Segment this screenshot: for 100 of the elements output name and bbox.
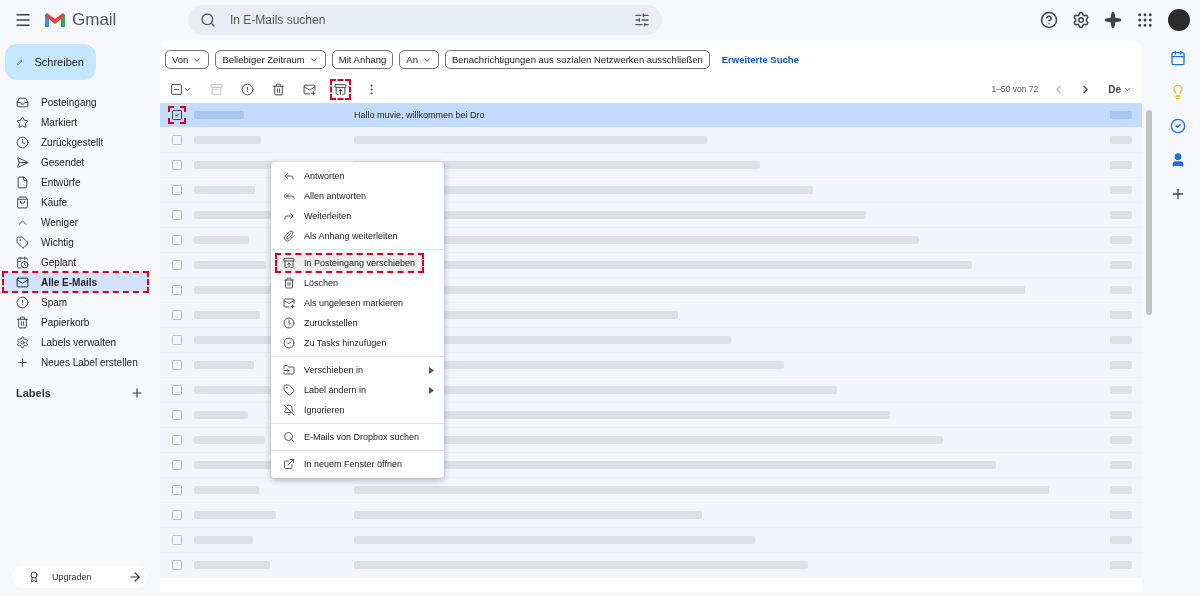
trash-button[interactable] xyxy=(270,80,287,98)
checkbox-icon[interactable] xyxy=(171,234,183,246)
checkbox-icon[interactable] xyxy=(171,384,183,396)
trash-icon xyxy=(16,315,29,329)
nav-item[interactable]: Papierkorb xyxy=(0,312,150,332)
nav-item[interactable]: Labels verwalten xyxy=(0,332,150,352)
menu-item[interactable]: Als ungelesen markieren xyxy=(271,293,444,313)
checkbox-icon[interactable] xyxy=(171,434,183,446)
filter-icon[interactable] xyxy=(634,12,650,28)
checkbox-icon[interactable] xyxy=(171,284,183,296)
checkbox-icon[interactable] xyxy=(171,484,183,496)
menu-item[interactable]: In Posteingang verschieben xyxy=(275,253,424,273)
nav-item[interactable]: Spam xyxy=(0,292,150,312)
menu-item[interactable]: Ignorieren xyxy=(271,400,444,420)
search-field[interactable]: In E-Mails suchen xyxy=(188,5,662,35)
calendar-icon[interactable] xyxy=(1170,50,1186,66)
help-icon[interactable] xyxy=(1040,11,1058,29)
filter-chip[interactable]: An xyxy=(399,50,439,69)
email-subject: Hallo muvie, willkommen bei Dro xyxy=(354,110,485,120)
checkbox-icon[interactable] xyxy=(171,159,183,171)
checkbox-icon[interactable] xyxy=(171,309,183,321)
nav-label: Weniger xyxy=(41,216,79,228)
nav-item[interactable]: Geplant xyxy=(0,252,150,272)
nav-item[interactable]: Alle E-Mails xyxy=(3,272,148,292)
nav-label: Entwürfe xyxy=(41,176,81,188)
menu-item[interactable]: Zurückstellen xyxy=(271,313,444,333)
nav-item[interactable]: Neues Label erstellen xyxy=(0,352,150,372)
apps-icon[interactable] xyxy=(1136,11,1154,29)
plus-icon[interactable] xyxy=(1170,186,1186,202)
check-circle-icon[interactable] xyxy=(1170,118,1186,134)
menu-label: Verschieben in xyxy=(304,365,364,375)
badge-icon xyxy=(28,571,40,583)
avatar[interactable] xyxy=(1168,9,1190,31)
nav-item[interactable]: Zurückgestellt xyxy=(0,132,150,152)
menu-icon[interactable] xyxy=(14,11,32,29)
input-tools-button[interactable]: De xyxy=(1106,81,1134,97)
blurred-date xyxy=(1110,111,1132,119)
upgrade-button[interactable]: Upgraden xyxy=(12,566,148,588)
checkbox-icon[interactable] xyxy=(171,259,183,271)
checkbox-checked-icon[interactable] xyxy=(171,109,183,121)
email-row[interactable]: Hallo muvie, willkommen bei Dro xyxy=(160,103,1142,128)
app-name: Gmail xyxy=(72,10,117,30)
checkbox-icon[interactable] xyxy=(171,134,183,146)
checkbox-icon[interactable] xyxy=(171,534,183,546)
nav-item[interactable]: Markiert xyxy=(0,112,150,132)
alert-icon xyxy=(241,82,254,96)
alert-button[interactable] xyxy=(239,80,256,98)
plus-icon[interactable] xyxy=(130,386,144,400)
filter-chip[interactable]: Von xyxy=(165,50,210,69)
nav-label: Posteingang xyxy=(41,96,97,108)
nav-item[interactable]: Wichtig xyxy=(0,232,150,252)
lightbulb-icon[interactable] xyxy=(1170,84,1186,100)
filter-chip[interactable]: Beliebiger Zeitraum xyxy=(215,50,326,69)
scrollbar[interactable] xyxy=(1146,110,1152,315)
paperclip-icon xyxy=(283,230,295,242)
clock-icon xyxy=(283,317,295,329)
nav-label: Zurückgestellt xyxy=(41,136,104,148)
checkbox-icon[interactable] xyxy=(171,209,183,221)
menu-item[interactable]: Zu Tasks hinzufügen xyxy=(271,333,444,353)
external-link-icon xyxy=(283,458,295,470)
checkbox-icon[interactable] xyxy=(171,409,183,421)
nav-label: Geplant xyxy=(41,256,77,268)
menu-item[interactable]: E-Mails von Dropbox suchen xyxy=(271,427,444,447)
alert-icon xyxy=(16,295,29,309)
checkbox-icon[interactable] xyxy=(171,184,183,196)
menu-label: Antworten xyxy=(304,171,345,181)
menu-item[interactable]: Label ändern in xyxy=(271,380,444,400)
checkbox-icon[interactable] xyxy=(171,559,183,571)
checkbox-icon[interactable] xyxy=(171,459,183,471)
nav-item[interactable]: Käufe xyxy=(0,192,150,212)
advanced-search-link[interactable]: Erweiterte Suche xyxy=(721,54,799,65)
checkbox-icon[interactable] xyxy=(171,334,183,346)
menu-item[interactable]: Antworten xyxy=(271,166,444,186)
filter-chip[interactable]: Benachrichtigungen aus sozialen Netzwerken ausschließen xyxy=(444,50,710,69)
menu-label: E-Mails von Dropbox suchen xyxy=(304,432,420,442)
menu-item[interactable]: In neuem Fenster öffnen xyxy=(271,454,444,474)
search-icon xyxy=(200,12,216,28)
nav-item[interactable]: Gesendet xyxy=(0,152,150,172)
sparkle-icon[interactable] xyxy=(1104,11,1122,29)
menu-item[interactable]: Verschieben in xyxy=(271,360,444,380)
person-icon[interactable] xyxy=(1170,152,1186,168)
search-input[interactable]: In E-Mails suchen xyxy=(228,12,622,28)
menu-item[interactable]: Löschen xyxy=(271,273,444,293)
checkbox-icon[interactable] xyxy=(171,509,183,521)
checkbox-icon[interactable] xyxy=(171,359,183,371)
menu-item[interactable]: Allen antworten xyxy=(271,186,444,206)
filter-chip[interactable]: Mit Anhang xyxy=(331,50,394,69)
menu-item[interactable]: Weiterleiten xyxy=(271,206,444,226)
search-icon xyxy=(283,431,295,443)
tray-arrow-icon xyxy=(334,82,347,96)
checkbox-icon xyxy=(170,82,183,96)
tray-arrow-button[interactable] xyxy=(332,80,349,98)
nav-item[interactable]: Posteingang xyxy=(0,92,150,112)
compose-button[interactable]: Schreiben xyxy=(5,44,96,80)
nav-item[interactable]: Entwürfe xyxy=(0,172,150,192)
settings-icon[interactable] xyxy=(1072,11,1090,29)
menu-item[interactable]: Als Anhang weiterleiten xyxy=(271,226,444,246)
nav-item[interactable]: Weniger xyxy=(0,212,150,232)
plus-icon xyxy=(16,355,29,369)
envelope-icon xyxy=(16,275,29,289)
